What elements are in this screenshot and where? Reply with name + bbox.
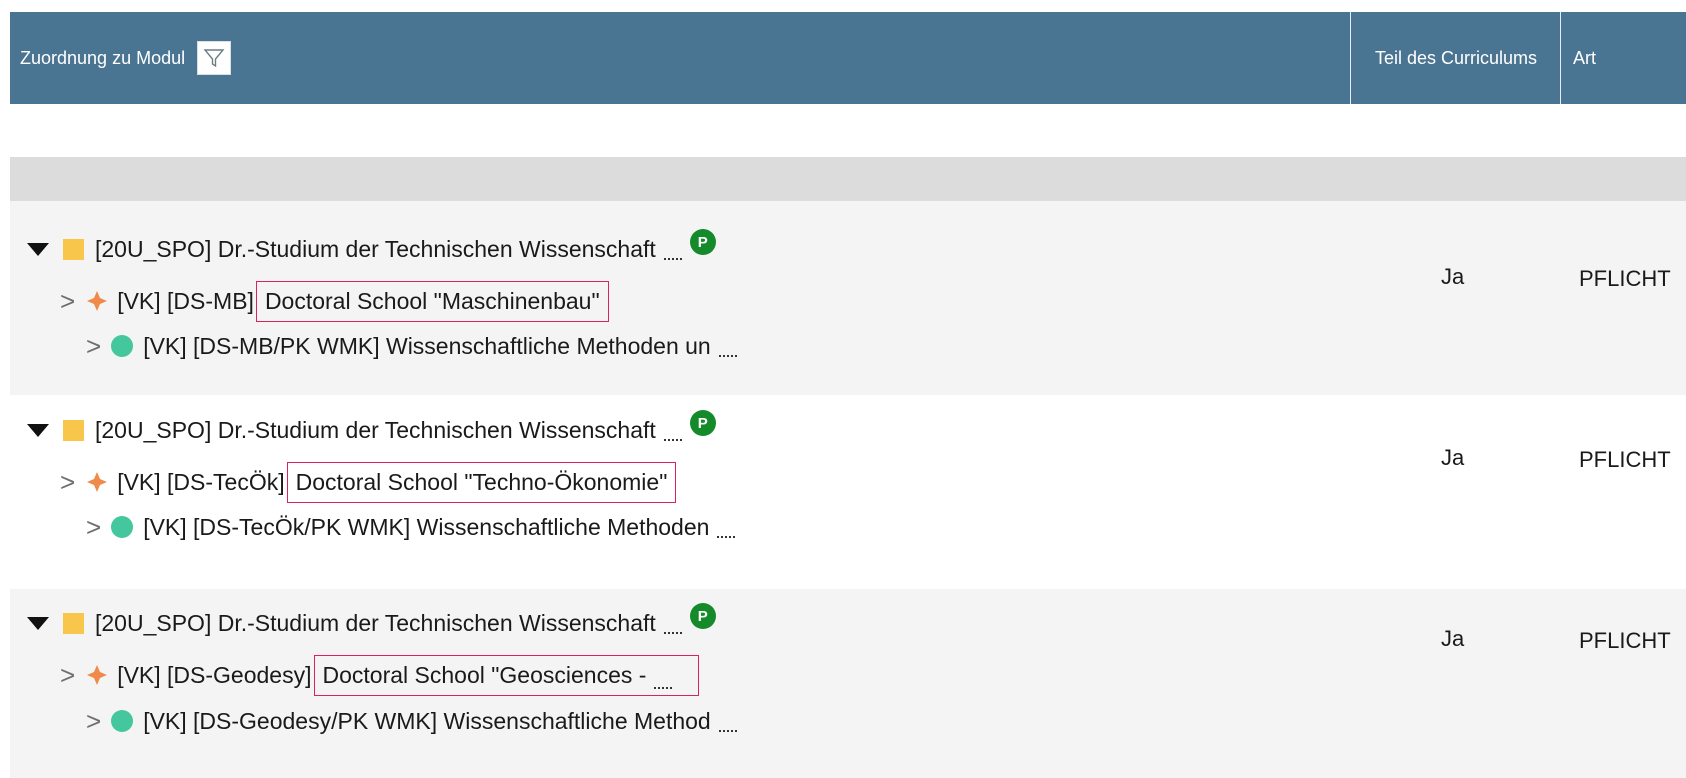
tree-node-module[interactable]: > [VK] [DS-MB/PK WMK] Wissenschaftliche … [86,329,737,363]
tree-node-group[interactable]: > [VK] [DS-MB] Doctoral School "Maschine… [60,280,609,322]
tree-node-group[interactable]: > [VK] [DS-TecÖk] Doctoral School "Techn… [60,461,677,503]
orange-diamond-icon [87,472,108,492]
filter-icon [203,49,225,68]
table-header: Zuordnung zu Modul Teil des Curriculums … [10,12,1686,104]
type-value: PFLICHT [1579,266,1671,291]
tree-node-program[interactable]: [20U_SPO] Dr.-Studium der Technischen Wi… [27,410,716,447]
group-prefix: [VK] [DS-TecÖk] [117,468,285,495]
program-label: [20U_SPO] Dr.-Studium der Technischen Wi… [95,235,656,262]
column-header-type[interactable]: Art [1560,12,1686,104]
ellipsis-icon[interactable] [717,524,736,538]
table-row: [20U_SPO] Dr.-Studium der Technischen Wi… [10,589,1686,778]
p-badge-icon: P [689,410,716,436]
curriculum-value: Ja [1441,626,1465,651]
module-label: [VK] [DS-Geodesy/PK WMK] Wissenschaftlic… [143,707,711,734]
chevron-right-icon[interactable]: > [60,288,75,314]
green-circle-icon [111,335,134,357]
column-header-module-label: Zuordnung zu Modul [20,47,186,68]
curriculum-value: Ja [1441,445,1465,470]
column-header-curriculum[interactable]: Teil des Curriculums [1350,12,1561,104]
chevron-right-icon[interactable]: > [86,708,101,734]
module-label: [VK] [DS-TecÖk/PK WMK] Wissenschaftliche… [143,513,710,540]
chevron-right-icon[interactable]: > [60,662,75,688]
chevron-right-icon[interactable]: > [86,514,101,540]
tree-node-module[interactable]: > [VK] [DS-Geodesy/PK WMK] Wissenschaftl… [86,704,737,738]
ellipsis-icon[interactable] [663,427,682,441]
ellipsis-icon[interactable] [663,246,682,260]
filter-button[interactable] [197,41,232,75]
ellipsis-icon[interactable] [718,343,737,357]
yellow-square-icon [63,238,84,260]
group-name-label: Doctoral School "Geosciences - [322,661,647,688]
tree-node-program[interactable]: [20U_SPO] Dr.-Studium der Technischen Wi… [27,603,716,640]
chevron-right-icon[interactable]: > [60,469,75,495]
group-name-highlight: Doctoral School "Maschinenbau" [255,280,609,322]
green-circle-icon [111,710,134,732]
ellipsis-icon[interactable] [654,675,673,689]
type-value: PFLICHT [1579,628,1671,653]
module-label: [VK] [DS-MB/PK WMK] Wissenschaftliche Me… [143,332,711,359]
orange-diamond-icon [87,665,108,685]
ellipsis-icon[interactable] [663,620,682,634]
yellow-square-icon [63,612,84,634]
group-prefix: [VK] [DS-Geodesy] [117,661,312,688]
group-prefix: [VK] [DS-MB] [117,287,254,314]
caret-down-icon[interactable] [27,616,49,630]
caret-down-icon[interactable] [27,242,49,256]
tree-node-program[interactable]: [20U_SPO] Dr.-Studium der Technischen Wi… [27,229,716,266]
group-name-highlight: Doctoral School "Geosciences - [313,654,700,696]
tree-node-module[interactable]: > [VK] [DS-TecÖk/PK WMK] Wissenschaftlic… [86,510,736,544]
green-circle-icon [111,516,134,538]
table-row: [20U_SPO] Dr.-Studium der Technischen Wi… [10,201,1686,395]
column-header-module: Zuordnung zu Modul [10,12,1350,104]
table-row: [20U_SPO] Dr.-Studium der Technischen Wi… [10,395,1686,589]
orange-diamond-icon [87,291,108,311]
caret-down-icon[interactable] [27,423,49,437]
group-name-highlight: Doctoral School "Techno-Ökonomie" [286,461,677,503]
program-label: [20U_SPO] Dr.-Studium der Technischen Wi… [95,416,656,443]
p-badge-icon: P [689,603,716,629]
chevron-right-icon[interactable]: > [86,333,101,359]
ellipsis-icon[interactable] [718,718,737,732]
type-value: PFLICHT [1579,447,1671,472]
curriculum-value: Ja [1441,264,1465,289]
p-badge-icon: P [689,229,716,255]
group-separator [10,157,1686,201]
tree-node-group[interactable]: > [VK] [DS-Geodesy] Doctoral School "Geo… [60,654,700,696]
yellow-square-icon [63,419,84,441]
program-label: [20U_SPO] Dr.-Studium der Technischen Wi… [95,609,656,636]
